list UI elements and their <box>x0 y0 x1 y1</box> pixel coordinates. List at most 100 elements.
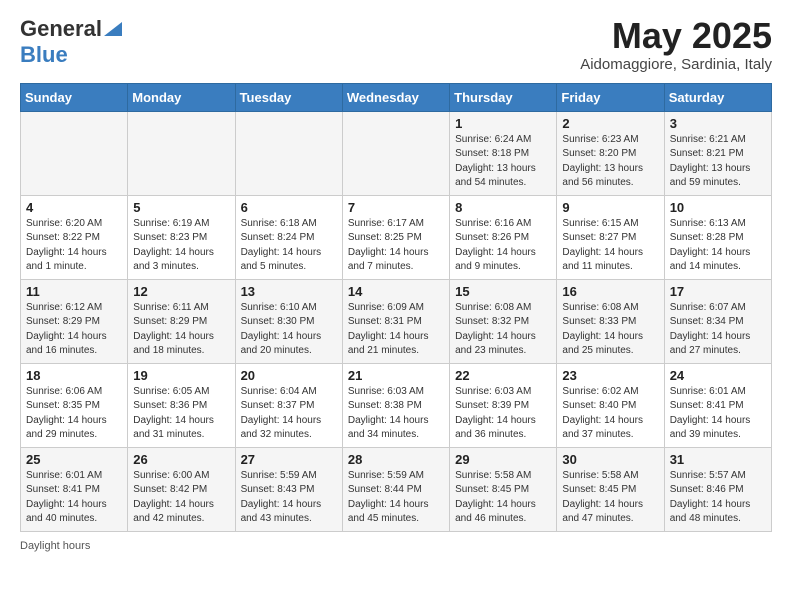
day-info: Sunrise: 6:06 AM Sunset: 8:35 PM Dayligh… <box>26 385 122 443</box>
day-info: Sunrise: 6:10 AM Sunset: 8:30 PM Dayligh… <box>241 301 337 359</box>
day-number: 25 <box>26 452 122 467</box>
day-number: 7 <box>348 200 444 215</box>
calendar-cell: 1Sunrise: 6:24 AM Sunset: 8:18 PM Daylig… <box>450 111 557 195</box>
day-info: Sunrise: 5:59 AM Sunset: 8:44 PM Dayligh… <box>348 469 444 527</box>
calendar-cell: 17 Sunrise: 6:07 AM Sunset: 8:34 PM Dayli… <box>664 279 771 363</box>
day-header-saturday: Saturday <box>664 83 771 111</box>
day-header-thursday: Thursday <box>450 83 557 111</box>
day-number: 11 <box>26 284 122 299</box>
calendar-cell: 25 Sunrise: 6:01 AM Sunset: 8:41 PM Dayli… <box>21 447 128 531</box>
day-number: 14 <box>348 284 444 299</box>
calendar-cell: 29 Sunrise: 5:58 AM Sunset: 8:45 PM Dayli… <box>450 447 557 531</box>
day-header-monday: Monday <box>128 83 235 111</box>
day-info: Sunrise: 6:00 AM Sunset: 8:42 PM Dayligh… <box>133 469 229 527</box>
footer: Daylight hours <box>20 540 772 552</box>
logo: General Blue <box>20 16 122 68</box>
calendar-cell: 27 Sunrise: 5:59 AM Sunset: 8:43 PM Dayli… <box>235 447 342 531</box>
day-info: Sunrise: 5:59 AM Sunset: 8:43 PM Dayligh… <box>241 469 337 527</box>
day-number: 26 <box>133 452 229 467</box>
day-info: Sunrise: 6:24 AM Sunset: 8:18 PM Dayligh… <box>455 133 551 191</box>
logo-general: General <box>20 16 102 42</box>
calendar-cell <box>342 111 449 195</box>
day-info: Sunrise: 6:02 AM Sunset: 8:40 PM Dayligh… <box>562 385 658 443</box>
calendar-cell <box>128 111 235 195</box>
calendar-cell: 9Sunrise: 6:15 AM Sunset: 8:27 PM Daylig… <box>557 195 664 279</box>
day-header-friday: Friday <box>557 83 664 111</box>
calendar-cell: 31 Sunrise: 5:57 AM Sunset: 8:46 PM Dayli… <box>664 447 771 531</box>
calendar-cell: 3 Sunrise: 6:21 AM Sunset: 8:21 PM Daylig… <box>664 111 771 195</box>
day-info: Sunrise: 6:07 AM Sunset: 8:34 PM Dayligh… <box>670 301 766 359</box>
day-number: 16 <box>562 284 658 299</box>
day-number: 2 <box>562 116 658 131</box>
day-info: Sunrise: 6:12 AM Sunset: 8:29 PM Dayligh… <box>26 301 122 359</box>
day-number: 5 <box>133 200 229 215</box>
calendar-cell: 22 Sunrise: 6:03 AM Sunset: 8:39 PM Dayli… <box>450 363 557 447</box>
calendar-cell: 16Sunrise: 6:08 AM Sunset: 8:33 PM Dayli… <box>557 279 664 363</box>
day-info: Sunrise: 5:58 AM Sunset: 8:45 PM Dayligh… <box>562 469 658 527</box>
day-number: 17 <box>670 284 766 299</box>
calendar-cell: 30 Sunrise: 5:58 AM Sunset: 8:45 PM Dayli… <box>557 447 664 531</box>
calendar-cell: 10 Sunrise: 6:13 AM Sunset: 8:28 PM Dayli… <box>664 195 771 279</box>
day-number: 29 <box>455 452 551 467</box>
week-row-1: 1Sunrise: 6:24 AM Sunset: 8:18 PM Daylig… <box>21 111 772 195</box>
logo-blue: Blue <box>20 42 68 68</box>
day-header-tuesday: Tuesday <box>235 83 342 111</box>
calendar-cell: 18Sunrise: 6:06 AM Sunset: 8:35 PM Dayli… <box>21 363 128 447</box>
calendar-cell: 7 Sunrise: 6:17 AM Sunset: 8:25 PM Daylig… <box>342 195 449 279</box>
day-number: 20 <box>241 368 337 383</box>
calendar-cell: 26 Sunrise: 6:00 AM Sunset: 8:42 PM Dayli… <box>128 447 235 531</box>
day-info: Sunrise: 6:01 AM Sunset: 8:41 PM Dayligh… <box>26 469 122 527</box>
day-number: 6 <box>241 200 337 215</box>
calendar-cell <box>21 111 128 195</box>
week-row-3: 11 Sunrise: 6:12 AM Sunset: 8:29 PM Dayli… <box>21 279 772 363</box>
day-number: 4 <box>26 200 122 215</box>
day-number: 19 <box>133 368 229 383</box>
location-subtitle: Aidomaggiore, Sardinia, Italy <box>580 56 772 73</box>
title-area: May 2025 Aidomaggiore, Sardinia, Italy <box>580 16 772 73</box>
day-number: 31 <box>670 452 766 467</box>
calendar-cell: 8 Sunrise: 6:16 AM Sunset: 8:26 PM Daylig… <box>450 195 557 279</box>
week-row-4: 18Sunrise: 6:06 AM Sunset: 8:35 PM Dayli… <box>21 363 772 447</box>
day-number: 28 <box>348 452 444 467</box>
day-number: 3 <box>670 116 766 131</box>
day-number: 22 <box>455 368 551 383</box>
day-number: 27 <box>241 452 337 467</box>
calendar-header-row: SundayMondayTuesdayWednesdayThursdayFrid… <box>21 83 772 111</box>
day-number: 8 <box>455 200 551 215</box>
day-number: 30 <box>562 452 658 467</box>
day-number: 23 <box>562 368 658 383</box>
day-info: Sunrise: 6:21 AM Sunset: 8:21 PM Dayligh… <box>670 133 766 191</box>
calendar-cell: 21Sunrise: 6:03 AM Sunset: 8:38 PM Dayli… <box>342 363 449 447</box>
day-info: Sunrise: 6:05 AM Sunset: 8:36 PM Dayligh… <box>133 385 229 443</box>
calendar-cell: 6 Sunrise: 6:18 AM Sunset: 8:24 PM Daylig… <box>235 195 342 279</box>
week-row-2: 4Sunrise: 6:20 AM Sunset: 8:22 PM Daylig… <box>21 195 772 279</box>
day-info: Sunrise: 6:09 AM Sunset: 8:31 PM Dayligh… <box>348 301 444 359</box>
day-info: Sunrise: 5:57 AM Sunset: 8:46 PM Dayligh… <box>670 469 766 527</box>
day-info: Sunrise: 6:03 AM Sunset: 8:38 PM Dayligh… <box>348 385 444 443</box>
calendar-cell: 24 Sunrise: 6:01 AM Sunset: 8:41 PM Dayli… <box>664 363 771 447</box>
day-info: Sunrise: 6:16 AM Sunset: 8:26 PM Dayligh… <box>455 217 551 275</box>
day-info: Sunrise: 6:03 AM Sunset: 8:39 PM Dayligh… <box>455 385 551 443</box>
calendar-cell: 12 Sunrise: 6:11 AM Sunset: 8:29 PM Dayli… <box>128 279 235 363</box>
logo-icon <box>104 18 122 36</box>
calendar-cell: 5 Sunrise: 6:19 AM Sunset: 8:23 PM Daylig… <box>128 195 235 279</box>
day-info: Sunrise: 6:19 AM Sunset: 8:23 PM Dayligh… <box>133 217 229 275</box>
day-number: 12 <box>133 284 229 299</box>
calendar-cell: 23 Sunrise: 6:02 AM Sunset: 8:40 PM Dayli… <box>557 363 664 447</box>
day-info: Sunrise: 6:01 AM Sunset: 8:41 PM Dayligh… <box>670 385 766 443</box>
calendar-cell: 20Sunrise: 6:04 AM Sunset: 8:37 PM Dayli… <box>235 363 342 447</box>
day-info: Sunrise: 6:17 AM Sunset: 8:25 PM Dayligh… <box>348 217 444 275</box>
day-info: Sunrise: 6:13 AM Sunset: 8:28 PM Dayligh… <box>670 217 766 275</box>
day-info: Sunrise: 6:08 AM Sunset: 8:32 PM Dayligh… <box>455 301 551 359</box>
day-number: 10 <box>670 200 766 215</box>
page: General Blue May 2025 Aidomaggiore, Sard… <box>0 0 792 568</box>
calendar-cell: 11 Sunrise: 6:12 AM Sunset: 8:29 PM Dayli… <box>21 279 128 363</box>
day-info: Sunrise: 6:18 AM Sunset: 8:24 PM Dayligh… <box>241 217 337 275</box>
day-info: Sunrise: 6:15 AM Sunset: 8:27 PM Dayligh… <box>562 217 658 275</box>
day-info: Sunrise: 6:11 AM Sunset: 8:29 PM Dayligh… <box>133 301 229 359</box>
calendar-cell: 28 Sunrise: 5:59 AM Sunset: 8:44 PM Dayli… <box>342 447 449 531</box>
day-info: Sunrise: 5:58 AM Sunset: 8:45 PM Dayligh… <box>455 469 551 527</box>
calendar-cell: 4Sunrise: 6:20 AM Sunset: 8:22 PM Daylig… <box>21 195 128 279</box>
header: General Blue May 2025 Aidomaggiore, Sard… <box>20 16 772 73</box>
day-number: 24 <box>670 368 766 383</box>
